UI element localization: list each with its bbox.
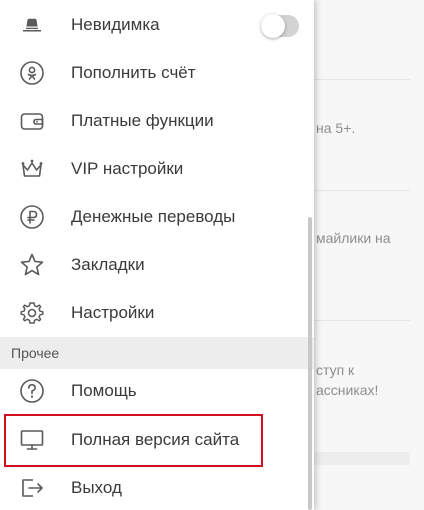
feed-snippet: ступ к xyxy=(316,362,355,378)
feed-divider xyxy=(314,190,410,191)
menu-item-bookmarks[interactable]: Закладки xyxy=(0,241,314,289)
menu-item-label: Настройки xyxy=(71,303,155,322)
feed-divider xyxy=(314,79,410,80)
menu-item-label: Денежные переводы xyxy=(71,207,236,226)
menu-item-label: Выход xyxy=(71,478,122,497)
feed-snippet: ассниках! xyxy=(316,382,379,398)
section-header-other: Прочее xyxy=(0,337,314,369)
gear-icon xyxy=(19,300,45,326)
star-icon xyxy=(19,252,45,278)
menu-item-vip-settings[interactable]: VIP настройки xyxy=(0,145,314,193)
menu-item-paid-features[interactable]: Платные функции xyxy=(0,97,314,145)
feed-separator xyxy=(314,452,410,465)
section-title: Прочее xyxy=(11,345,60,361)
help-icon xyxy=(19,378,45,404)
menu-item-label: Пополнить счёт xyxy=(71,63,196,82)
invisible-toggle[interactable] xyxy=(261,14,299,38)
menu-item-label: VIP настройки xyxy=(71,159,184,178)
menu-item-invisible[interactable]: Невидимка xyxy=(0,1,314,49)
hat-icon xyxy=(19,12,45,38)
menu-item-label: Невидимка xyxy=(71,15,160,34)
menu-item-label: Помощь xyxy=(71,381,137,400)
menu-item-label: Закладки xyxy=(71,255,145,274)
ruble-icon xyxy=(19,204,45,230)
ok-coin-icon xyxy=(19,60,45,86)
menu-item-top-up[interactable]: Пополнить счёт xyxy=(0,49,314,97)
toggle-knob xyxy=(261,14,285,38)
menu-item-settings[interactable]: Настройки xyxy=(0,289,314,337)
wallet-icon xyxy=(19,108,45,134)
crown-icon xyxy=(19,156,45,182)
menu-item-logout[interactable]: Выход xyxy=(0,464,314,510)
feed-snippet: на 5+. xyxy=(316,120,356,136)
feed-snippet: майлики на xyxy=(316,230,391,246)
feed-divider xyxy=(314,320,410,321)
drawer-scrollbar[interactable] xyxy=(308,217,312,510)
menu-item-money-transfers[interactable]: Денежные переводы xyxy=(0,193,314,241)
exit-icon xyxy=(19,475,45,501)
menu-item-label: Платные функции xyxy=(71,111,214,130)
highlight-box xyxy=(4,414,263,467)
menu-item-help[interactable]: Помощь xyxy=(0,367,314,415)
